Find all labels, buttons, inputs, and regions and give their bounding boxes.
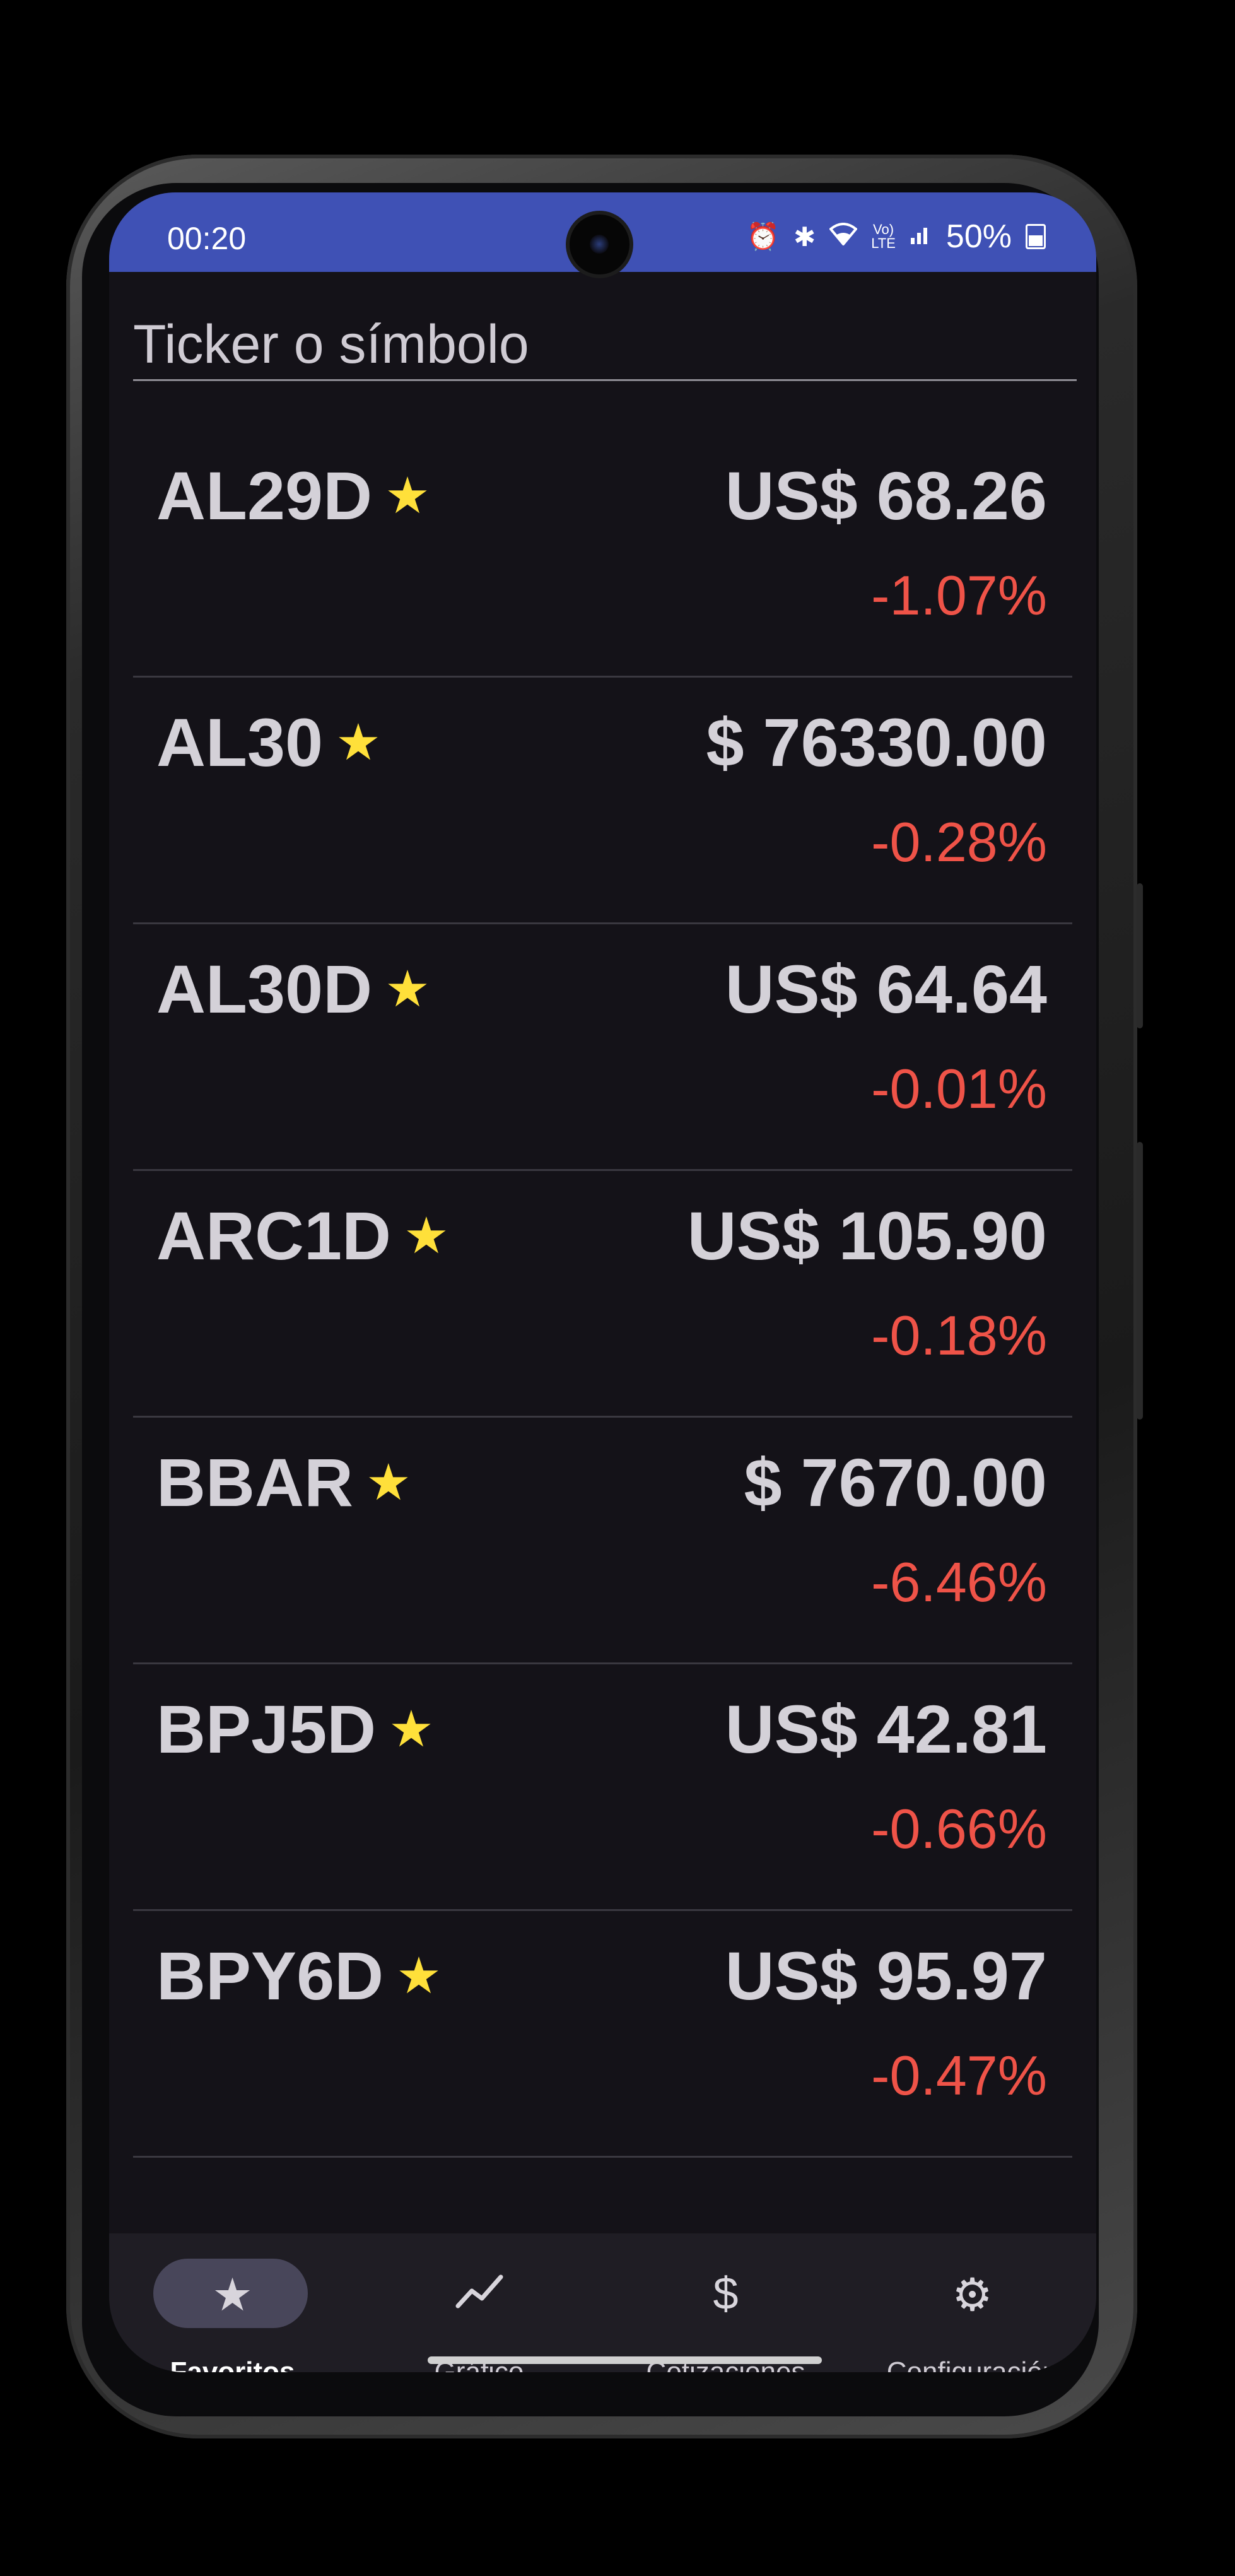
ticker-row[interactable]: AL29D ★ US$ 68.26 -1.07% [133, 431, 1072, 678]
nav-grafico[interactable]: Gráfico [356, 2233, 602, 2372]
ticker-price: US$ 105.90 [687, 1197, 1047, 1274]
home-indicator[interactable] [428, 2356, 822, 2364]
nav-cotizaciones[interactable]: $ Cotizaciones [602, 2233, 849, 2372]
nav-favoritos[interactable]: ★ Favoritos [109, 2233, 356, 2372]
ticker-row[interactable]: BPY6D ★ US$ 95.97 -0.47% [133, 1911, 1072, 2158]
nav-label: Configuración [886, 2356, 1058, 2372]
ticker-change: -0.01% [871, 1057, 1047, 1120]
bottom-navigation: ★ Favoritos Gráfico $ Cotizaciones ⚙ Con… [109, 2233, 1096, 2372]
ticker-row[interactable]: AL30 ★ $ 76330.00 -0.28% [133, 678, 1072, 924]
status-icons: ⏰ ✱ Vo) LTE 50% [747, 218, 1046, 256]
battery-icon [1026, 224, 1046, 249]
ticker-change: -6.46% [871, 1551, 1047, 1613]
signal-icon [910, 221, 932, 252]
search-area [109, 272, 1096, 423]
volume-button [1137, 883, 1143, 1028]
favorite-star-icon[interactable]: ★ [385, 466, 430, 525]
favorite-star-icon[interactable]: ★ [389, 1700, 434, 1758]
favorite-star-icon[interactable]: ★ [336, 713, 381, 772]
ticker-change: -1.07% [871, 564, 1047, 626]
star-icon: ★ [212, 2270, 253, 2320]
ticker-change: -0.66% [871, 1797, 1047, 1860]
ticker-change: -0.47% [871, 2044, 1047, 2107]
nav-label: Favoritos [170, 2356, 295, 2372]
favorite-star-icon[interactable]: ★ [385, 960, 430, 1018]
alarm-icon: ⏰ [746, 221, 780, 251]
ticker-change: -0.28% [871, 811, 1047, 873]
ticker-symbol: BBAR ★ [156, 1444, 411, 1520]
dollar-icon: $ [713, 2269, 739, 2319]
ticker-price: US$ 64.64 [725, 951, 1047, 1027]
ticker-change: -0.18% [871, 1304, 1047, 1367]
ticker-price: $ 76330.00 [706, 704, 1047, 780]
volte-icon: Vo) LTE [871, 221, 896, 251]
gear-icon: ⚙ [952, 2270, 993, 2320]
battery-percentage: 50% [945, 218, 1012, 255]
ticker-symbol: AL30D ★ [156, 951, 430, 1027]
status-time: 00:20 [167, 221, 247, 256]
chart-icon [356, 2268, 602, 2323]
ticker-price: US$ 68.26 [725, 457, 1047, 534]
favorite-star-icon[interactable]: ★ [366, 1453, 411, 1512]
ticker-row[interactable]: AL30D ★ US$ 64.64 -0.01% [133, 924, 1072, 1171]
bluetooth-icon: ✱ [793, 221, 816, 252]
power-button [1137, 1142, 1143, 1420]
ticker-row[interactable]: BPJ5D ★ US$ 42.81 -0.66% [133, 1664, 1072, 1911]
ticker-price: US$ 95.97 [725, 1938, 1047, 2014]
search-input[interactable] [133, 310, 1077, 381]
ticker-price: $ 7670.00 [744, 1444, 1047, 1520]
ticker-symbol: AL29D ★ [156, 457, 430, 534]
ticker-symbol: BPY6D ★ [156, 1938, 442, 2014]
front-camera [570, 215, 629, 274]
wifi-icon [829, 221, 858, 252]
app-screen: 00:20 ⏰ ✱ Vo)LTE 50% AL29D★ US$ 68.26 -1… [109, 192, 1096, 2372]
favorite-star-icon[interactable]: ★ [396, 1946, 442, 2005]
ticker-symbol: ARC1D ★ [156, 1197, 449, 1274]
ticker-list: AL29D ★ US$ 68.26 -1.07% AL30 ★ $ 76330.00… [109, 431, 1096, 2158]
ticker-row[interactable]: ARC1D ★ US$ 105.90 -0.18% [133, 1171, 1072, 1418]
status-bar: 00:20 ⏰ ✱ Vo) LTE 50% [109, 192, 1096, 274]
nav-configuracion[interactable]: ⚙ Configuración [849, 2233, 1096, 2372]
favorite-star-icon[interactable]: ★ [404, 1206, 449, 1265]
ticker-symbol: AL30 ★ [156, 704, 381, 780]
ticker-symbol: BPJ5D ★ [156, 1691, 434, 1767]
ticker-price: US$ 42.81 [725, 1691, 1047, 1767]
ticker-row[interactable]: BBAR ★ $ 7670.00 -6.46% [133, 1418, 1072, 1664]
